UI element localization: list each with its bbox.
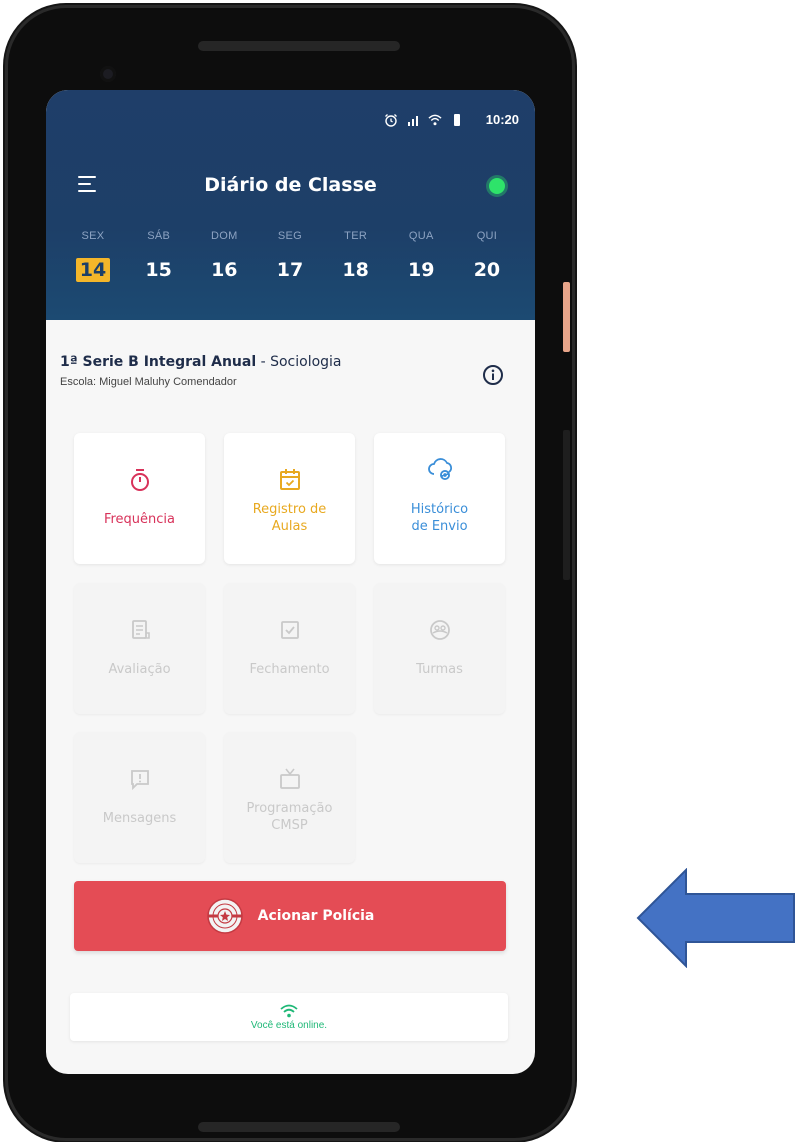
tile-label: Frequência	[103, 512, 176, 527]
class-title: 1ª Serie B Integral Anual - Sociologia	[60, 354, 500, 370]
tile-historico-de-envio[interactable]: Histórico de Envio	[374, 433, 505, 564]
police-badge-icon	[206, 897, 244, 935]
status-time: 10:20	[485, 112, 519, 127]
tile-label: Fechamento	[249, 662, 330, 677]
day-name: SÁB	[147, 230, 171, 242]
call-police-button[interactable]: Acionar Polícia	[74, 881, 506, 951]
online-status-indicator	[489, 178, 505, 194]
day-number: 15	[145, 259, 172, 281]
day-item-qua[interactable]: QUA 19	[398, 230, 444, 282]
school-name: Escola: Miguel Maluhy Comendador	[60, 376, 237, 388]
top-speaker	[198, 41, 400, 51]
tv-icon	[277, 766, 303, 792]
group-icon	[427, 617, 453, 643]
tile-mensagens: Mensagens	[74, 732, 205, 863]
document-icon	[127, 617, 153, 643]
day-name: SEG	[277, 230, 303, 242]
day-item-sex[interactable]: SEX 14	[70, 230, 116, 282]
front-camera	[100, 66, 116, 82]
battery-icon	[450, 113, 464, 127]
calendar-check-icon	[277, 467, 303, 493]
cloud-sync-icon	[427, 457, 453, 483]
signal-icon	[406, 113, 420, 127]
day-item-dom[interactable]: DOM 16	[201, 230, 247, 282]
tile-frequencia[interactable]: Frequência	[74, 433, 205, 564]
call-police-label: Acionar Polícia	[257, 908, 375, 924]
app-header: 10:20 Diário de Classe SEX 14 SÁB 15 DOM	[46, 90, 535, 320]
connection-status-bar: Você está online.	[70, 993, 508, 1041]
week-selector: SEX 14 SÁB 15 DOM 16 SEG 17 TER 18 QUA 1…	[70, 230, 510, 282]
day-item-sab[interactable]: SÁB 15	[136, 230, 182, 282]
day-number: 14	[75, 258, 111, 282]
day-name: QUA	[408, 230, 434, 242]
stopwatch-icon	[127, 467, 153, 493]
checkbox-icon	[277, 617, 303, 643]
day-item-seg[interactable]: SEG 17	[267, 230, 313, 282]
app-screen: 10:20 Diário de Classe SEX 14 SÁB 15 DOM	[46, 90, 535, 1074]
tile-registro-de-aulas[interactable]: Registro de Aulas	[224, 433, 355, 564]
day-number: 16	[211, 259, 238, 281]
tile-label: Mensagens	[102, 811, 177, 826]
tile-label: Programação CMSP	[246, 801, 333, 833]
app-title: Diário de Classe	[204, 174, 377, 196]
day-number: 17	[276, 259, 304, 281]
volume-button	[563, 430, 570, 580]
day-name: TER	[344, 230, 368, 242]
power-button	[563, 282, 570, 352]
day-number: 20	[473, 259, 501, 281]
tile-label: Avaliação	[108, 662, 171, 677]
wifi-icon	[280, 1003, 298, 1018]
class-separator: -	[256, 354, 271, 370]
bottom-speaker	[198, 1122, 400, 1132]
tile-programacao-cmsp: Programação CMSP	[224, 732, 355, 863]
connection-status-label: Você está online.	[250, 1020, 328, 1031]
day-item-qui[interactable]: QUI 20	[464, 230, 510, 282]
day-name: DOM	[211, 230, 238, 242]
tile-fechamento: Fechamento	[224, 583, 355, 714]
status-bar: 10:20	[384, 112, 519, 127]
tile-label: Registro de Aulas	[252, 502, 327, 534]
tile-label: Turmas	[416, 662, 463, 677]
class-info: 1ª Serie B Integral Anual - Sociologia E…	[60, 354, 500, 388]
alarm-icon	[384, 113, 398, 127]
day-number: 18	[342, 259, 369, 281]
tile-label: Histórico de Envio	[410, 502, 469, 534]
top-app-bar: Diário de Classe	[46, 170, 535, 202]
message-icon	[127, 766, 153, 792]
info-icon[interactable]	[482, 364, 504, 386]
day-item-ter[interactable]: TER 18	[333, 230, 379, 282]
day-name: QUI	[476, 230, 498, 242]
class-subject: Sociologia	[270, 354, 342, 370]
day-number: 19	[408, 259, 435, 281]
annotation-arrow	[636, 867, 796, 969]
tile-avaliacao: Avaliação	[74, 583, 205, 714]
class-name: 1ª Serie B Integral Anual	[60, 354, 257, 370]
tile-turmas: Turmas	[374, 583, 505, 714]
wifi-status-icon	[428, 113, 442, 127]
day-name: SEX	[81, 230, 105, 242]
